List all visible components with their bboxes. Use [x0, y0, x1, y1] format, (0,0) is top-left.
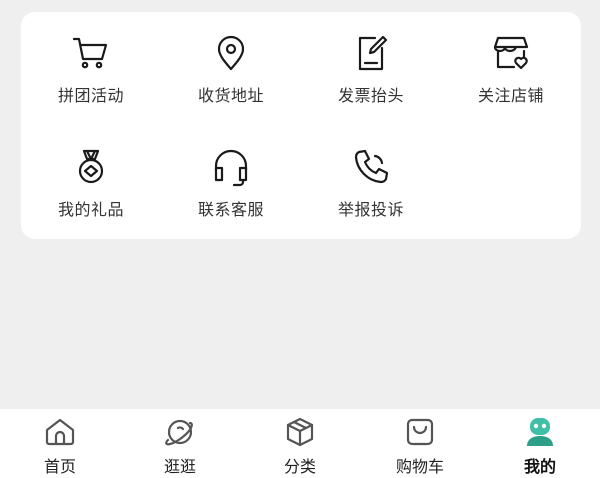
services-card: 拼团活动 收货地址 发票抬头 关注店铺 我的礼品 联系客服 举报投诉: [21, 12, 581, 239]
invoice-icon: [350, 32, 392, 74]
tab-label: 我的: [523, 457, 556, 476]
tab-category[interactable]: 分类: [240, 409, 360, 478]
service-my-gifts[interactable]: 我的礼品: [21, 146, 161, 220]
tab-label: 分类: [283, 457, 316, 476]
bag-icon: [402, 414, 438, 450]
service-label: 收货地址: [197, 86, 264, 105]
service-report[interactable]: 举报投诉: [301, 146, 441, 220]
profile-page: 拼团活动 收货地址 发票抬头 关注店铺 我的礼品 联系客服 举报投诉 首页 逛逛…: [0, 0, 600, 478]
service-label: 我的礼品: [57, 200, 124, 219]
cube-icon: [282, 414, 318, 450]
service-address[interactable]: 收货地址: [161, 32, 301, 106]
planet-icon: [162, 414, 198, 450]
location-pin-icon: [210, 32, 252, 74]
store-icon: [490, 32, 532, 74]
headset-icon: [210, 146, 252, 188]
service-label: 关注店铺: [477, 86, 544, 105]
user-icon: [522, 414, 558, 450]
service-label: 发票抬头: [337, 86, 404, 105]
service-label: 联系客服: [197, 200, 264, 219]
tab-label: 首页: [43, 457, 76, 476]
service-customer-support[interactable]: 联系客服: [161, 146, 301, 220]
service-invoice[interactable]: 发票抬头: [301, 32, 441, 106]
tab-cart[interactable]: 购物车: [360, 409, 480, 478]
bottom-tab-bar: 首页 逛逛 分类 购物车 我的: [0, 409, 600, 478]
cart-icon: [70, 32, 112, 74]
medal-icon: [70, 146, 112, 188]
tab-label: 逛逛: [163, 457, 196, 476]
service-follow-store[interactable]: 关注店铺: [441, 32, 581, 106]
service-group-buy[interactable]: 拼团活动: [21, 32, 161, 106]
tab-explore[interactable]: 逛逛: [120, 409, 240, 478]
service-label: 举报投诉: [337, 200, 404, 219]
tab-label: 购物车: [395, 457, 444, 476]
home-icon: [42, 414, 78, 450]
tab-mine[interactable]: 我的: [480, 409, 600, 478]
tab-home[interactable]: 首页: [0, 409, 120, 478]
service-label: 拼团活动: [57, 86, 124, 105]
phone-icon: [350, 146, 392, 188]
